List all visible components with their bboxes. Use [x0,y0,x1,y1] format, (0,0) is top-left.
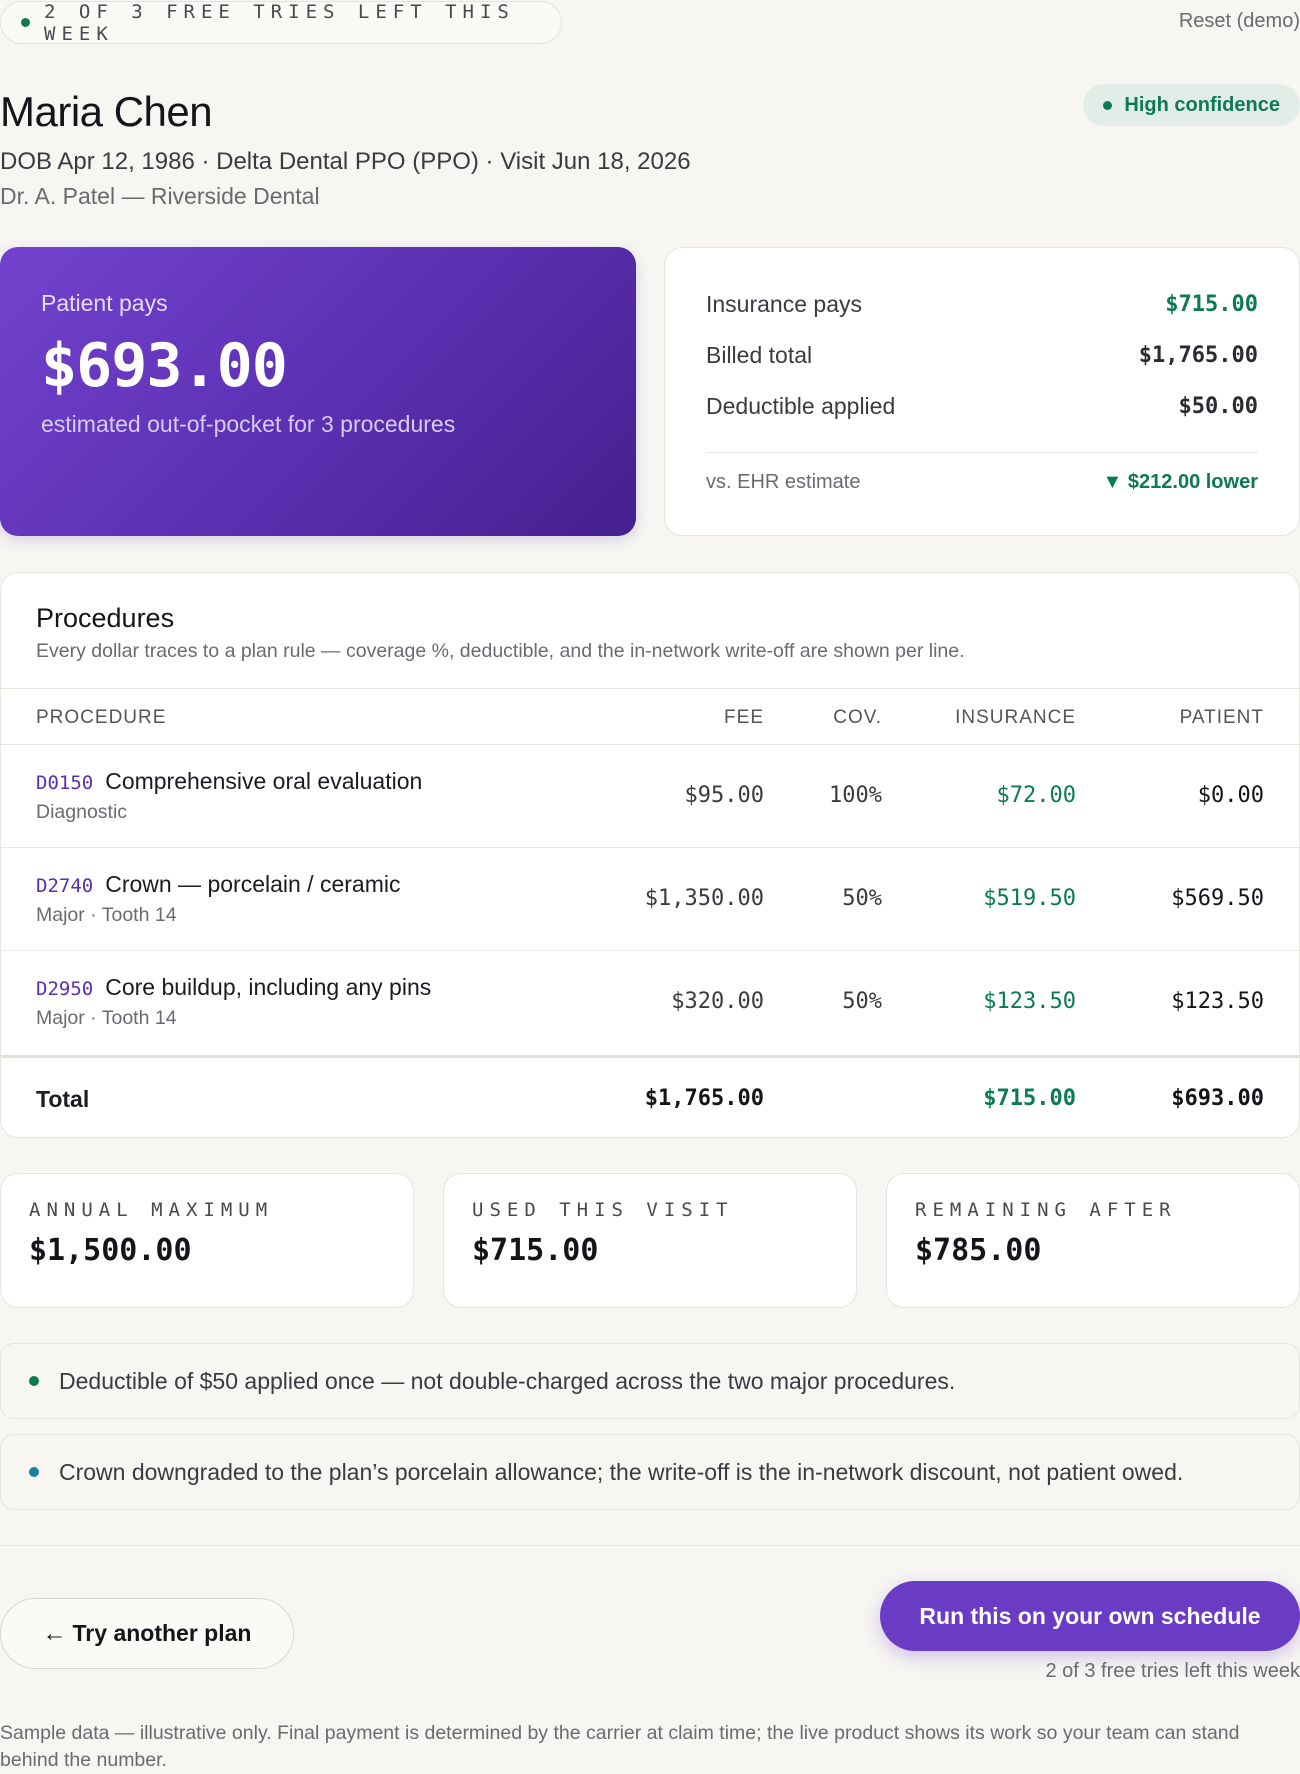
arrow-left-icon: ← [42,1619,67,1647]
procedure-insurance: $519.50 [983,886,1076,911]
stat-card-annual-maximum: ANNUAL MAXIMUM $1,500.00 [0,1173,414,1308]
stat-label: ANNUAL MAXIMUM [29,1199,274,1221]
table-row: D0150 Comprehensive oral evaluation Diag… [1,745,1299,848]
status-dot-icon [21,18,30,27]
breakdown-value: $1,765.00 [1138,343,1258,368]
stat-card-used-this-visit: USED THIS VISIT $715.00 [443,1173,857,1308]
procedure-detail: Major · Tooth 14 [36,904,177,926]
breakdown-label: Insurance pays [706,291,862,317]
procedures-description: Every dollar traces to a plan rule — cov… [36,640,965,662]
col-header-procedure: PROCEDURE [36,707,167,728]
run-on-schedule-button[interactable]: Run this on your own schedule [880,1581,1300,1651]
ehr-comparison: vs. EHR estimate ▼ $212.00 lower [706,471,1258,494]
divider [0,1545,1300,1546]
patient-pays-label: Patient pays [41,290,168,316]
bullet-dot-icon [29,1467,39,1477]
table-row: D2950 Core buildup, including any pins M… [1,951,1299,1054]
patient-pays-card: Patient pays $693.00 estimated out-of-po… [0,247,636,536]
run-tries-remaining: 2 of 3 free tries left this week [1045,1660,1300,1682]
ehr-delta: ▼ $212.00 lower [1102,471,1258,493]
procedures-card: Procedures Every dollar traces to a plan… [0,572,1300,1138]
breakdown-row-deductible: Deductible applied $50.00 [706,381,1258,432]
try-another-plan-button[interactable]: ← Try another plan [0,1598,294,1669]
stat-value: $715.00 [472,1233,599,1268]
free-tries-text: 2 OF 3 FREE TRIES LEFT THIS WEEK [44,0,515,45]
procedure-name: Core buildup, including any pins [105,974,432,1000]
procedure-coverage: 50% [842,989,882,1014]
note-item: Crown downgraded to the plan’s porcelain… [0,1434,1300,1510]
procedure-coverage: 50% [842,886,882,911]
confidence-label: High confidence [1124,93,1280,116]
patient-meta: DOB Apr 12, 1986 · Delta Dental PPO (PPO… [0,148,691,175]
procedure-fee: $95.00 [684,783,764,808]
procedure-patient: $0.00 [1197,783,1264,808]
total-insurance: $715.00 [983,1086,1076,1111]
breakdown-label: Billed total [706,342,813,368]
note-item: Deductible of $50 applied once — not dou… [0,1343,1300,1419]
confidence-dot-icon [1103,100,1113,110]
procedure-code: D0150 [36,772,94,794]
procedure-name: Crown — porcelain / ceramic [105,871,401,897]
procedure-coverage: 100% [829,783,882,808]
col-header-patient: PATIENT [1179,707,1264,728]
procedure-name: Comprehensive oral evaluation [105,768,423,794]
patient-name: Maria Chen [0,88,213,135]
total-fee: $1,765.00 [644,1086,764,1111]
procedure-detail: Major · Tooth 14 [36,1007,177,1029]
note-text: Crown downgraded to the plan’s porcelain… [59,1458,1184,1485]
divider [706,452,1258,453]
patient-pays-amount: $693.00 [41,331,288,401]
procedure-fee: $1,350.00 [644,886,764,911]
procedures-table-header: PROCEDURE FEE COV. INSURANCE PATIENT [1,688,1299,745]
breakdown-value: $715.00 [1165,292,1258,317]
patient-pays-subtext: estimated out-of-pocket for 3 procedures [41,411,456,437]
procedure-fee: $320.00 [671,989,764,1014]
procedure-detail: Diagnostic [36,801,128,823]
disclaimer: Sample data — illustrative only. Final p… [0,1722,1240,1771]
breakdown-row-insurance: Insurance pays $715.00 [706,279,1258,330]
stat-label: USED THIS VISIT [472,1199,734,1221]
confidence-badge: High confidence [1083,84,1300,126]
procedure-patient: $569.50 [1171,886,1264,911]
free-tries-badge: 2 OF 3 FREE TRIES LEFT THIS WEEK [0,0,562,45]
provider-line: Dr. A. Patel — Riverside Dental [0,183,320,209]
stat-value: $785.00 [915,1233,1042,1268]
procedures-title: Procedures [36,603,175,633]
col-header-fee: FEE [724,707,764,728]
stat-card-remaining-after: REMAINING AFTER $785.00 [886,1173,1300,1308]
procedure-insurance: $123.50 [983,989,1076,1014]
procedure-insurance: $72.00 [996,783,1076,808]
col-header-insurance: INSURANCE [955,707,1076,728]
table-row: D2740 Crown — porcelain / ceramic Major … [1,848,1299,951]
breakdown-row-billed: Billed total $1,765.00 [706,330,1258,381]
table-total-row: Total $1,765.00 $715.00 $693.00 [1,1055,1299,1137]
stat-label: REMAINING AFTER [915,1199,1177,1221]
note-text: Deductible of $50 applied once — not dou… [59,1367,956,1394]
try-another-plan-label: Try another plan [72,1620,252,1646]
stat-value: $1,500.00 [29,1233,192,1268]
reset-demo-link[interactable]: Reset (demo) [1179,10,1300,33]
total-patient: $693.00 [1171,1086,1264,1111]
procedure-code: D2740 [36,875,94,897]
procedure-code: D2950 [36,978,94,1000]
col-header-coverage: COV. [833,707,882,728]
payment-breakdown-card: Insurance pays $715.00 Billed total $1,7… [664,247,1300,536]
breakdown-label: Deductible applied [706,393,896,419]
procedure-patient: $123.50 [1171,989,1264,1014]
breakdown-value: $50.00 [1178,394,1258,419]
ehr-label: vs. EHR estimate [706,471,861,493]
total-label: Total [36,1086,90,1112]
bullet-dot-icon [29,1376,39,1386]
